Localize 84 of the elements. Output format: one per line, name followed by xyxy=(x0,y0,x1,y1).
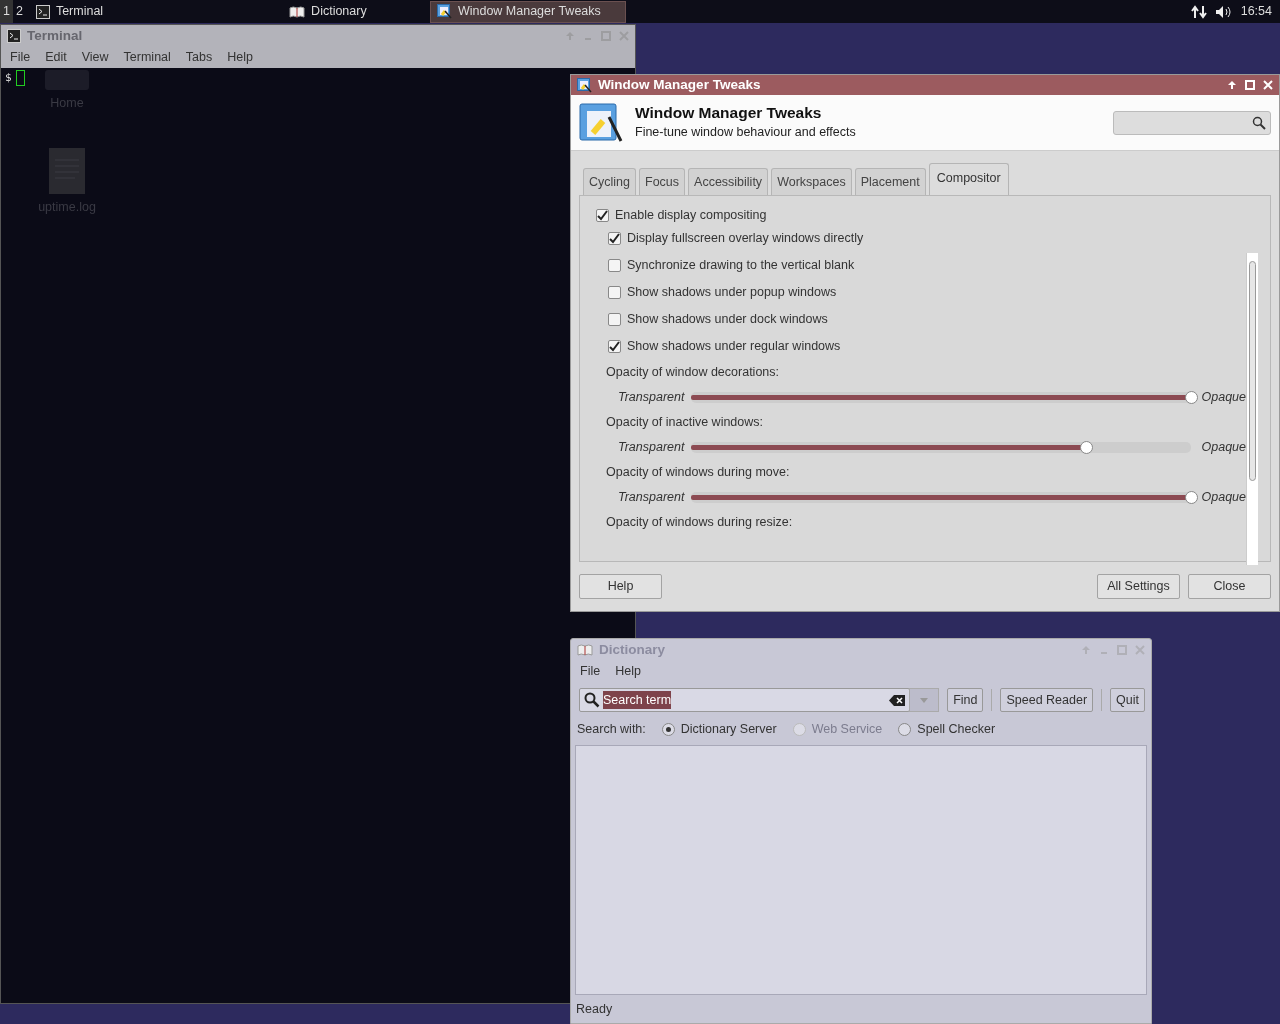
check-icon xyxy=(609,340,620,352)
search-icon xyxy=(1252,115,1266,130)
slider-max-label: Opaque xyxy=(1201,388,1246,406)
tab[interactable]: Placement xyxy=(854,168,926,195)
menu-item[interactable]: Edit xyxy=(38,48,75,67)
checkbox[interactable] xyxy=(608,339,621,353)
search-field[interactable]: Search term xyxy=(579,688,911,712)
help-button[interactable]: Help xyxy=(579,574,662,599)
field-label: Search with: xyxy=(577,721,646,738)
setting-label: Opacity of windows during move: xyxy=(605,463,791,481)
terminal-icon xyxy=(35,4,50,19)
setting-label: Opacity of windows during resize: xyxy=(605,513,794,531)
text-cursor xyxy=(15,70,25,86)
tab[interactable]: Workspaces xyxy=(771,168,852,195)
slider-track[interactable] xyxy=(691,441,1191,453)
setting-label: Opacity of window decorations: xyxy=(605,363,780,381)
prompt: $ xyxy=(5,71,12,84)
taskbar-button[interactable]: Window Manager Tweaks xyxy=(429,0,626,23)
radio-label[interactable]: Spell Checker xyxy=(917,720,996,739)
slider-min-label: Transparent xyxy=(618,438,685,456)
checkbox-label[interactable]: Show shadows under dock windows xyxy=(627,309,828,329)
quit-button[interactable]: Quit xyxy=(1110,688,1145,712)
scrollbar[interactable] xyxy=(1246,252,1258,565)
clear-icon[interactable] xyxy=(889,694,906,706)
checkbox[interactable] xyxy=(596,208,609,222)
menu-item[interactable]: File xyxy=(3,48,39,67)
terminal-icon xyxy=(7,29,21,43)
menu-item[interactable]: Help xyxy=(608,662,649,681)
menu-item[interactable]: Terminal xyxy=(116,48,179,67)
window-title: Window Manager Tweaks xyxy=(598,76,761,95)
checkbox[interactable] xyxy=(608,285,621,299)
book-icon xyxy=(577,644,593,656)
checkbox[interactable] xyxy=(608,312,621,326)
dialog-heading: Window Manager Tweaks xyxy=(635,104,823,123)
find-button[interactable]: Find xyxy=(947,688,984,712)
workspace-button[interactable]: 2 xyxy=(12,0,26,23)
network-arrows-icon xyxy=(1190,3,1207,20)
checkbox-label[interactable]: Synchronize drawing to the vertical blank xyxy=(627,255,855,275)
volume-icon[interactable] xyxy=(1214,4,1233,19)
tab[interactable]: Cycling xyxy=(583,168,636,195)
tweaks-logo-icon xyxy=(579,102,623,143)
tweaks-icon xyxy=(436,4,452,19)
checkbox-label[interactable]: Show shadows under regular windows xyxy=(627,336,841,356)
slider-min-label: Transparent xyxy=(618,388,685,406)
book-icon xyxy=(289,5,306,18)
checkbox-label[interactable]: Show shadows under popup windows xyxy=(627,282,837,302)
search-field[interactable] xyxy=(1113,110,1271,135)
tab[interactable]: Accessibility xyxy=(688,168,769,195)
check-icon xyxy=(597,209,608,221)
status-text: Ready xyxy=(575,1000,614,1018)
checkbox-label[interactable]: Display fullscreen overlay windows directly xyxy=(627,228,864,248)
caret-icon xyxy=(920,697,929,703)
slider-max-label: Opaque xyxy=(1201,488,1246,506)
speed-reader-button[interactable]: Speed Reader xyxy=(1000,688,1094,712)
tweaks-icon xyxy=(577,77,592,93)
menu-item[interactable]: File xyxy=(573,662,609,681)
menu-item[interactable]: View xyxy=(74,48,117,67)
search-icon xyxy=(584,692,600,708)
window-title: Dictionary xyxy=(599,640,666,659)
close-button[interactable]: Close xyxy=(1188,574,1271,599)
workspace-button[interactable]: 1 xyxy=(0,0,13,23)
selected-text: Search term xyxy=(603,690,672,710)
taskbar-button[interactable]: Terminal xyxy=(29,0,226,23)
radio-button[interactable] xyxy=(661,722,675,736)
setting-label: Opacity of inactive windows: xyxy=(605,413,764,431)
checkbox-label[interactable]: Enable display compositing xyxy=(615,206,767,225)
checkbox[interactable] xyxy=(608,231,621,245)
all-settings-button[interactable]: All Settings xyxy=(1097,574,1180,599)
clock: 16:54 xyxy=(1240,3,1272,21)
document-icon xyxy=(49,148,85,194)
checkbox[interactable] xyxy=(608,258,621,272)
slider-max-label: Opaque xyxy=(1201,438,1246,456)
dialog-subtitle: Fine-tune window behaviour and effects xyxy=(635,123,856,141)
slider-min-label: Transparent xyxy=(618,488,685,506)
radio-button[interactable] xyxy=(898,722,912,736)
check-icon xyxy=(609,232,620,244)
menu-item[interactable]: Help xyxy=(220,48,261,67)
radio-label[interactable]: Dictionary Server xyxy=(680,720,777,739)
taskbar-button[interactable]: Dictionary xyxy=(229,0,426,23)
window-title: Terminal xyxy=(27,26,83,45)
menu-item[interactable]: Tabs xyxy=(178,48,221,67)
tab[interactable]: Focus xyxy=(639,168,686,195)
maximize-up-icon[interactable] xyxy=(1227,80,1237,91)
tab[interactable]: Compositor xyxy=(928,163,1009,195)
